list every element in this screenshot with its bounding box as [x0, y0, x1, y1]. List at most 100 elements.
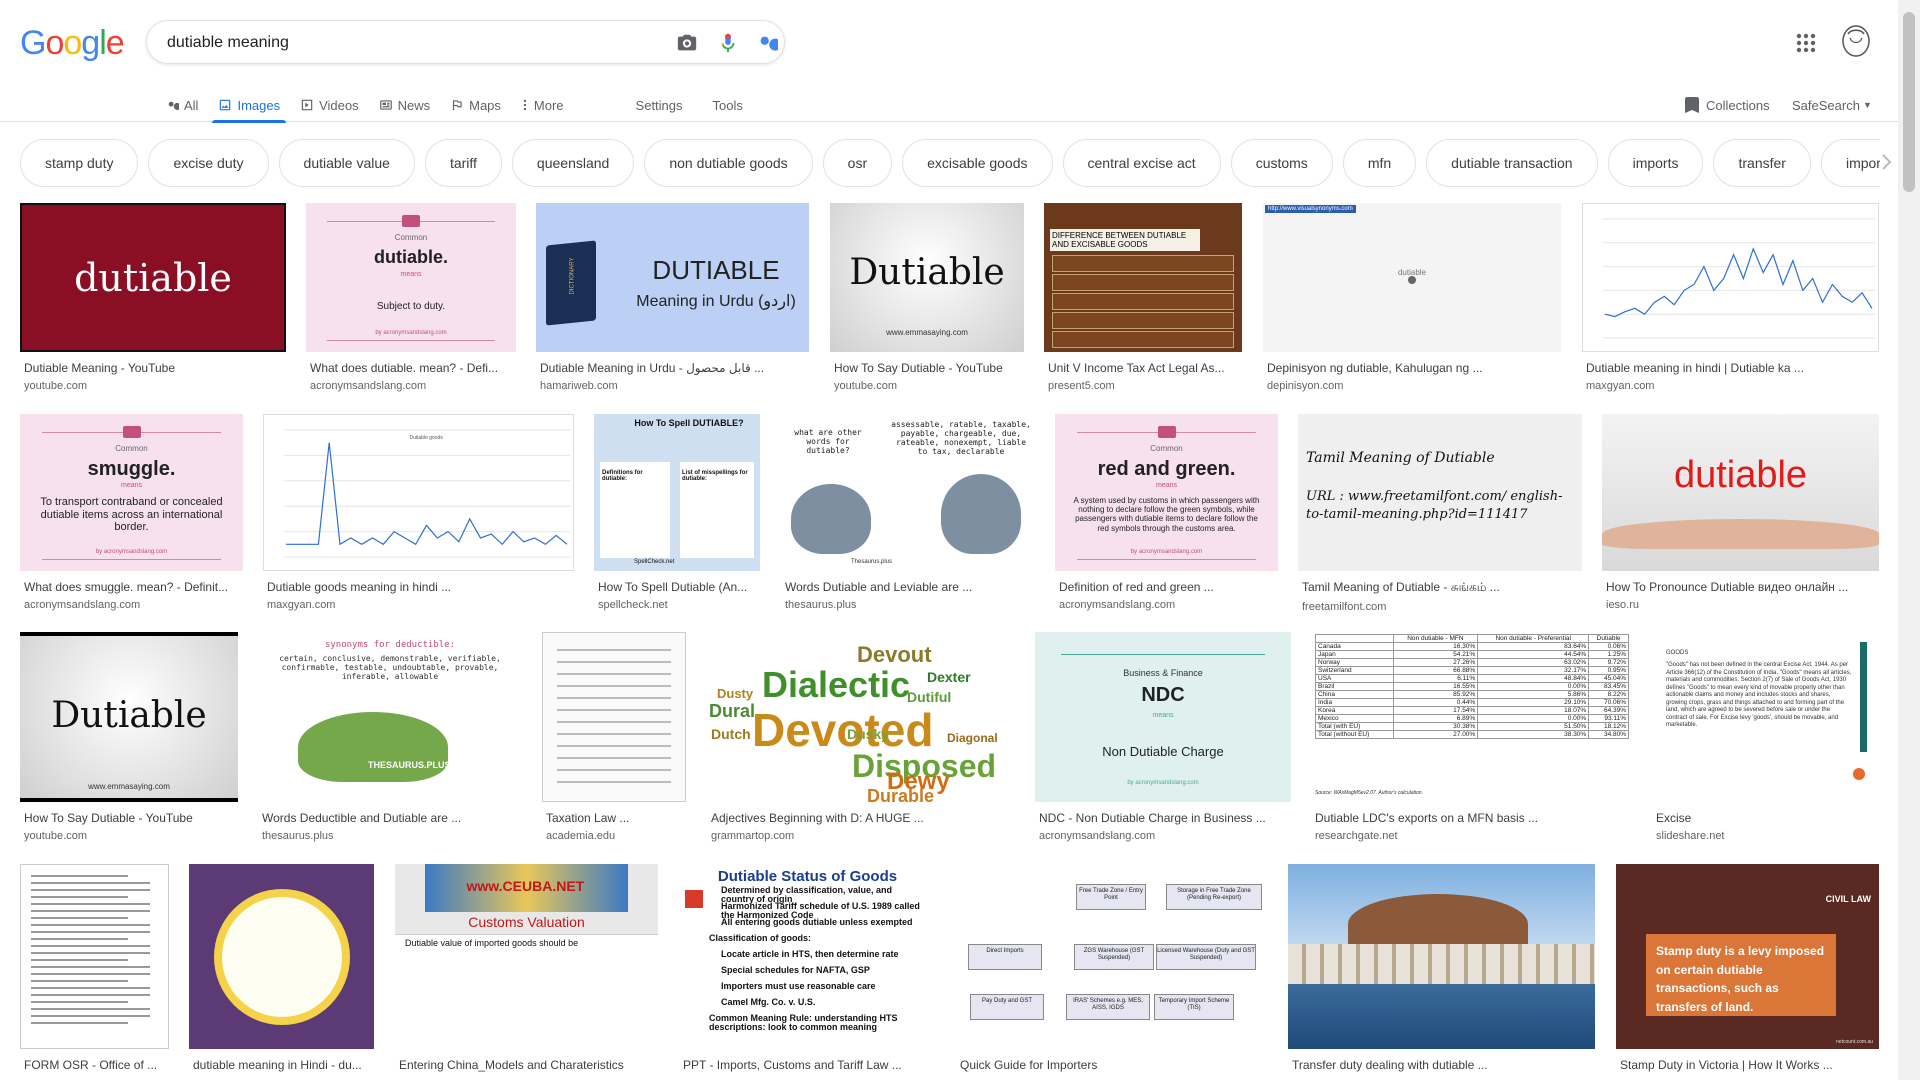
- result-thumbnail[interactable]: Tamil Meaning of Dutiable URL : www.freet…: [1298, 414, 1582, 571]
- result-title[interactable]: NDC - Non Dutiable Charge in Business ..…: [1035, 811, 1291, 825]
- chip-transfer[interactable]: transfer: [1713, 139, 1811, 187]
- tab-more[interactable]: More: [521, 88, 564, 122]
- scrollbar[interactable]: [1898, 0, 1920, 1080]
- result-title[interactable]: Taxation Law ...: [542, 811, 686, 825]
- tools-button[interactable]: Tools: [713, 88, 743, 122]
- result-thumbnail[interactable]: Free Trade Zone / Entry Point Storage in …: [956, 864, 1268, 1049]
- result-title[interactable]: Entering China_Models and Charateristics: [395, 1058, 658, 1072]
- image-result[interactable]: Common dutiable. means Subject to duty. by a…: [306, 203, 516, 392]
- camera-icon[interactable]: [676, 32, 698, 54]
- result-title[interactable]: Adjectives Beginning with D: A HUGE ...: [707, 811, 1015, 825]
- image-result[interactable]: Dutiable Status of Goods Determined by cl…: [679, 864, 936, 1072]
- image-result[interactable]: Common smuggle. means To transport contraba…: [20, 414, 243, 611]
- result-thumbnail[interactable]: www.CEUBA.NET Customs Valuation Dutiable v…: [395, 864, 658, 1049]
- image-result[interactable]: Dutiable www.emmasaying.com How To Say Dut…: [830, 203, 1024, 392]
- settings-button[interactable]: Settings: [636, 88, 683, 122]
- result-title[interactable]: Unit V Income Tax Act Legal As...: [1044, 361, 1242, 375]
- image-result[interactable]: Tamil Meaning of Dutiable URL : www.freet…: [1298, 414, 1582, 613]
- result-title[interactable]: PPT - Imports, Customs and Tariff Law ..…: [679, 1058, 936, 1072]
- result-title[interactable]: Quick Guide for Importers: [956, 1058, 1268, 1072]
- image-result[interactable]: assessable, ratable, taxable, payable, c…: [781, 414, 1035, 611]
- chip-non-dutiable-goods[interactable]: non dutiable goods: [644, 139, 813, 187]
- result-title[interactable]: What does dutiable. mean? - Defi...: [306, 361, 516, 375]
- result-title[interactable]: Dutiable Meaning - YouTube: [20, 361, 286, 375]
- chip-import-tax[interactable]: import tax: [1820, 139, 1880, 187]
- result-thumbnail[interactable]: How To Spell DUTIABLE? Definitions for du…: [594, 414, 760, 571]
- result-title[interactable]: How To Pronounce Dutiable видео онлайн .…: [1602, 580, 1879, 594]
- collections-link[interactable]: Collections: [1685, 88, 1770, 122]
- image-result[interactable]: Dutiable goods Dutiable goods meaning in …: [263, 414, 574, 611]
- result-title[interactable]: How To Say Dutiable - YouTube: [20, 811, 238, 825]
- result-thumbnail[interactable]: Dutiable www.emmasaying.com: [20, 632, 238, 802]
- chip-queensland[interactable]: queensland: [511, 139, 635, 187]
- result-title[interactable]: What does smuggle. mean? - Definit...: [20, 580, 243, 594]
- chip-mfn[interactable]: mfn: [1342, 139, 1417, 187]
- result-thumbnail[interactable]: assessable, ratable, taxable, payable, c…: [781, 414, 1035, 571]
- result-title[interactable]: FORM OSR - Office of ...: [20, 1058, 169, 1072]
- result-title[interactable]: How To Say Dutiable - YouTube: [830, 361, 1024, 375]
- tab-videos[interactable]: Videos: [300, 88, 359, 122]
- apps-grid-icon[interactable]: [1795, 32, 1817, 54]
- tab-images[interactable]: Images: [212, 88, 286, 123]
- result-title[interactable]: Depinisyon ng dutiable, Kahulugan ng ...: [1263, 361, 1561, 375]
- result-title[interactable]: Dutiable Meaning in Urdu - قابل محصول ..…: [536, 361, 809, 375]
- result-thumbnail[interactable]: GOODS "Goods" has not been defined in the…: [1652, 632, 1879, 802]
- result-title[interactable]: Words Deductible and Dutiable are ...: [258, 811, 522, 825]
- result-thumbnail[interactable]: Common red and green. means A system used b…: [1055, 414, 1278, 571]
- chip-stamp-duty[interactable]: stamp duty: [20, 139, 139, 187]
- chip-excisable-goods[interactable]: excisable goods: [902, 139, 1053, 187]
- result-title[interactable]: How To Spell Dutiable (An...: [594, 580, 760, 594]
- result-thumbnail[interactable]: Dutiable goods: [263, 414, 574, 571]
- search-icon[interactable]: [756, 32, 778, 54]
- chevron-right-icon[interactable]: [1874, 150, 1898, 174]
- tab-news[interactable]: News: [379, 88, 430, 122]
- image-result[interactable]: Dutiable meaning in hindi | Dutiable ka …: [1582, 203, 1879, 392]
- image-result[interactable]: Business & Finance NDC means Non Dutiable C…: [1035, 632, 1291, 842]
- result-thumbnail[interactable]: Dialectic Devoted Disposed Devout Dewy Dural D…: [707, 632, 1015, 802]
- google-logo[interactable]: Google: [20, 24, 125, 63]
- result-title[interactable]: Stamp Duty in Victoria | How It Works ..…: [1616, 1058, 1879, 1072]
- result-thumbnail[interactable]: Non dutiable - MFN Non dutiable - Prefere…: [1311, 632, 1633, 802]
- result-thumbnail[interactable]: [1582, 203, 1879, 352]
- image-result[interactable]: http://www.visualsynonyms.com dutiable Dep…: [1263, 203, 1561, 392]
- result-thumbnail[interactable]: Common smuggle. means To transport contraba…: [20, 414, 243, 571]
- result-title[interactable]: Tamil Meaning of Dutiable - சுங்கம் ...: [1298, 580, 1582, 596]
- result-thumbnail[interactable]: DIFFERENCE BETWEEN DUTIABLE AND EXCISABL…: [1044, 203, 1242, 352]
- result-title[interactable]: Words Dutiable and Leviable are ...: [781, 580, 1035, 594]
- result-thumbnail[interactable]: CIVIL LAW Stamp duty is a levy imposed on…: [1616, 864, 1879, 1049]
- image-result[interactable]: GOODS "Goods" has not been defined in the…: [1652, 632, 1879, 842]
- chip-central-excise-act[interactable]: central excise act: [1062, 139, 1221, 187]
- image-result[interactable]: dutiable meaning in Hindi - du...: [189, 864, 374, 1072]
- result-title[interactable]: Dutiable meaning in hindi | Dutiable ka …: [1582, 361, 1879, 375]
- result-title[interactable]: Excise: [1652, 811, 1879, 825]
- image-result[interactable]: Dutiable www.emmasaying.com How To Say Dut…: [20, 632, 238, 842]
- chip-dutiable-value[interactable]: dutiable value: [278, 139, 415, 187]
- result-thumbnail[interactable]: http://www.visualsynonyms.com dutiable: [1263, 203, 1561, 352]
- result-thumbnail[interactable]: [542, 632, 686, 802]
- image-result[interactable]: Non dutiable - MFN Non dutiable - Prefere…: [1311, 632, 1633, 842]
- image-result[interactable]: synonyms for deductible: certain, conclus…: [258, 632, 522, 842]
- image-result[interactable]: FORM OSR - Office of ...: [20, 864, 169, 1072]
- tab-all[interactable]: All: [166, 88, 198, 122]
- result-thumbnail[interactable]: Dutiable Status of Goods Determined by cl…: [679, 864, 936, 1049]
- safesearch-dropdown[interactable]: SafeSearch ▼: [1792, 88, 1872, 122]
- result-thumbnail[interactable]: synonyms for deductible: certain, conclus…: [258, 632, 522, 802]
- microphone-icon[interactable]: [717, 32, 739, 54]
- result-thumbnail[interactable]: Dutiable www.emmasaying.com: [830, 203, 1024, 352]
- chip-tariff[interactable]: tariff: [424, 139, 502, 187]
- image-result[interactable]: Transfer duty dealing with dutiable ...: [1288, 864, 1595, 1072]
- result-thumbnail[interactable]: [20, 864, 169, 1049]
- result-thumbnail[interactable]: DICTIONARY DUTIABLE Meaning in Urdu (اردو): [536, 203, 809, 352]
- chip-excise-duty[interactable]: excise duty: [148, 139, 269, 187]
- image-result[interactable]: DICTIONARY DUTIABLE Meaning in Urdu (اردو)…: [536, 203, 809, 392]
- result-title[interactable]: Dutiable goods meaning in hindi ...: [263, 580, 574, 594]
- image-result[interactable]: dutiable Dutiable Meaning - YouTube youtub…: [20, 203, 286, 392]
- image-result[interactable]: DIFFERENCE BETWEEN DUTIABLE AND EXCISABL…: [1044, 203, 1242, 392]
- result-thumbnail[interactable]: dutiable: [1602, 414, 1879, 571]
- image-result[interactable]: Dialectic Devoted Disposed Devout Dewy Dural D…: [707, 632, 1015, 842]
- chip-imports[interactable]: imports: [1607, 139, 1704, 187]
- chip-customs[interactable]: customs: [1230, 139, 1333, 187]
- result-thumbnail[interactable]: [1288, 864, 1595, 1049]
- result-thumbnail[interactable]: Common dutiable. means Subject to duty. by a…: [306, 203, 516, 352]
- result-title[interactable]: Transfer duty dealing with dutiable ...: [1288, 1058, 1595, 1072]
